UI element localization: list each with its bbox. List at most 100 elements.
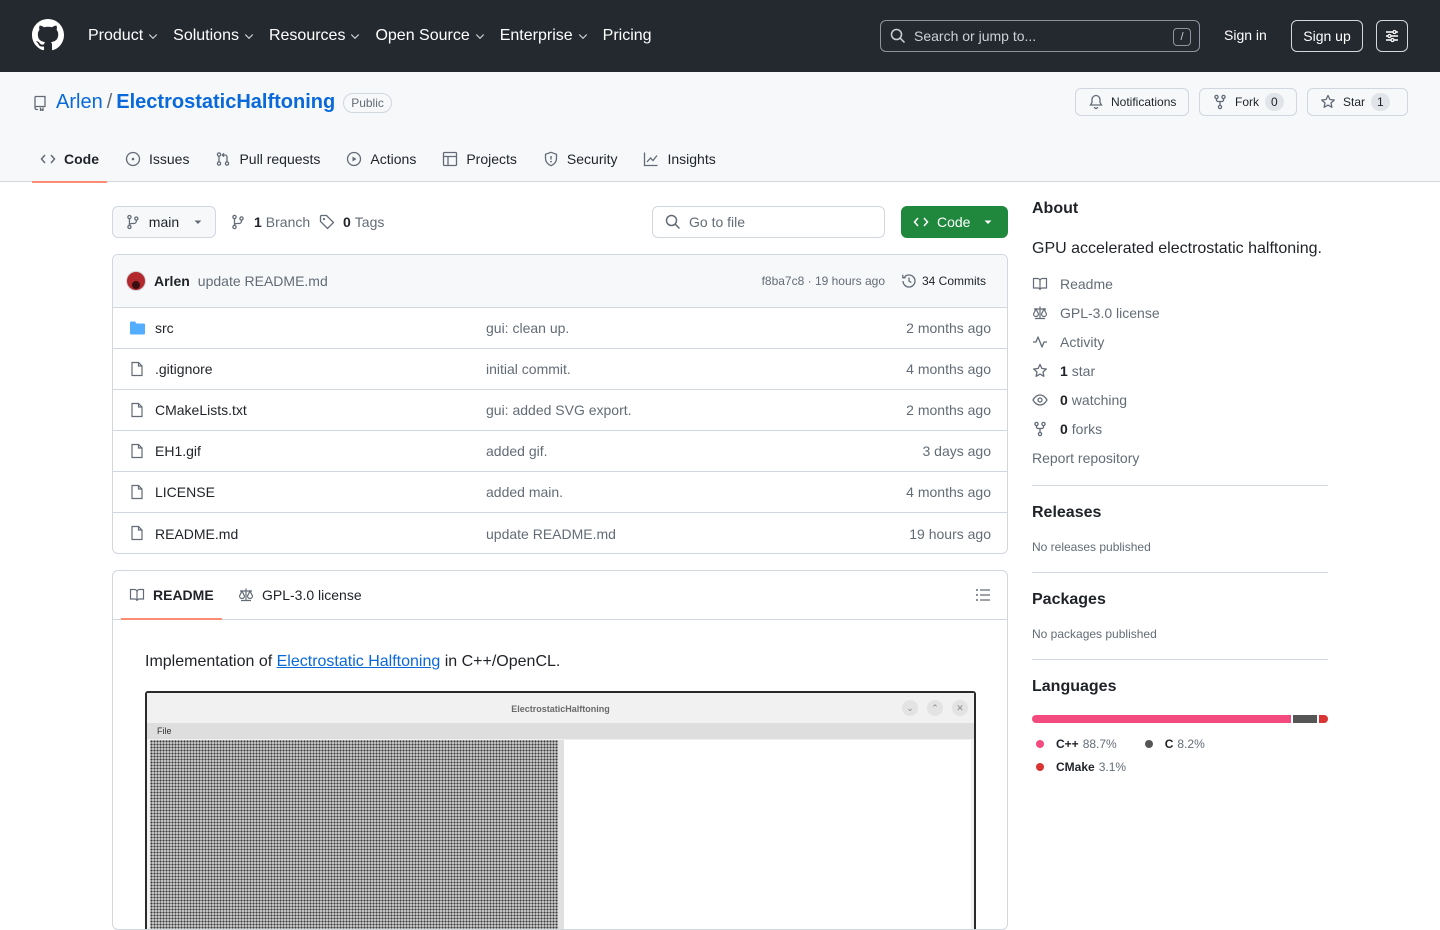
file-icon <box>131 402 143 418</box>
tags-link[interactable]: 0 Tags <box>319 206 384 238</box>
file-name[interactable]: README.md <box>155 526 238 542</box>
tab-actions[interactable]: Actions <box>338 136 424 182</box>
language-list: C++ 88.7% C 8.2% CMake 3.1% <box>1032 732 1328 778</box>
sign-up-button[interactable]: Sign up <box>1291 20 1363 52</box>
file-name[interactable]: LICENSE <box>155 484 215 500</box>
tab-code[interactable]: Code <box>32 136 107 183</box>
activity-link[interactable]: Activity <box>1032 327 1328 356</box>
watchers-link[interactable]: 0 watching <box>1032 385 1328 414</box>
settings-menu-button[interactable] <box>1376 20 1408 52</box>
tag-icon <box>319 214 335 230</box>
repository-header: Arlen / ElectrostaticHalftoning Public N… <box>0 72 1440 183</box>
file-commit-message[interactable]: gui: added SVG export. <box>486 402 632 418</box>
branches-link[interactable]: 1 Branch <box>230 206 310 238</box>
search-placeholder: Search or jump to... <box>914 28 1037 44</box>
tab-issues[interactable]: Issues <box>117 136 197 182</box>
file-commit-message[interactable]: added gif. <box>486 443 548 459</box>
language-color-dot <box>1144 739 1153 748</box>
app-screenshot-image[interactable]: ElectrostaticHalftoning ⌄ ⌃ ✕ File <box>145 691 976 929</box>
nav-label: Open Source <box>375 27 470 44</box>
license-link[interactable]: GPL-3.0 license <box>1032 298 1328 327</box>
readme-link-label: Readme <box>1060 275 1113 292</box>
code-dropdown-button[interactable]: Code <box>901 206 1008 238</box>
search-input[interactable]: Search or jump to... / <box>880 20 1200 52</box>
github-logo-icon[interactable] <box>32 19 64 51</box>
language-item[interactable]: C++ 88.7% <box>1032 732 1117 755</box>
nav-product[interactable]: Product <box>88 27 159 45</box>
table-row[interactable]: LICENSE added main. 4 months ago <box>113 472 1007 513</box>
readme-tabs: README GPL-3.0 license <box>113 571 1007 620</box>
go-to-file-input[interactable]: Go to file <box>652 206 885 238</box>
sign-in-link[interactable]: Sign in <box>1224 27 1267 43</box>
caret-down-icon <box>194 220 202 224</box>
fork-icon <box>1034 421 1046 436</box>
table-row[interactable]: CMakeLists.txt gui: added SVG export. 2 … <box>113 390 1007 431</box>
avatar[interactable] <box>126 271 146 291</box>
table-row[interactable]: EH1.gif added gif. 3 days ago <box>113 431 1007 472</box>
file-name[interactable]: EH1.gif <box>155 443 201 459</box>
forks-link[interactable]: 0 forks <box>1032 414 1328 443</box>
table-row[interactable]: README.md update README.md 19 hours ago <box>113 513 1007 553</box>
file-name[interactable]: src <box>155 320 174 336</box>
readme-link[interactable]: Readme <box>1032 269 1328 298</box>
commit-message[interactable]: update README.md <box>198 273 328 289</box>
releases-heading[interactable]: Releases <box>1032 504 1328 522</box>
tab-readme-label: README <box>153 587 214 603</box>
tab-insights[interactable]: Insights <box>635 136 723 182</box>
app-window: ElectrostaticHalftoning ⌄ ⌃ ✕ File <box>147 693 974 929</box>
electrostatic-halftoning-link[interactable]: Electrostatic Halftoning <box>277 653 441 670</box>
close-icon: ✕ <box>952 700 968 716</box>
file-name[interactable]: CMakeLists.txt <box>155 402 247 418</box>
file-commit-message[interactable]: gui: clean up. <box>486 320 569 336</box>
commits-link[interactable]: 34 Commits <box>901 273 986 289</box>
table-row[interactable]: .gitignore initial commit. 4 months ago <box>113 349 1007 390</box>
report-repository-link[interactable]: Report repository <box>1032 443 1328 472</box>
code-button-label: Code <box>937 214 971 230</box>
go-to-file-placeholder: Go to file <box>689 214 746 230</box>
branch-select-button[interactable]: main <box>112 206 216 238</box>
repo-separator: / <box>106 91 113 113</box>
notifications-label: Notifications <box>1111 95 1177 109</box>
nav-enterprise[interactable]: Enterprise <box>500 27 589 45</box>
tab-label: Pull requests <box>239 151 321 167</box>
list-unordered-icon[interactable] <box>975 587 991 603</box>
file-icon <box>131 484 143 500</box>
file-browser: Arlen update README.md f8ba7c8 · 19 hour… <box>112 254 1008 554</box>
nav-pricing[interactable]: Pricing <box>603 27 652 45</box>
language-color-dot <box>1036 739 1044 748</box>
commit-author[interactable]: Arlen <box>154 273 190 289</box>
file-icon <box>131 443 143 459</box>
file-date: 4 months ago <box>906 361 991 377</box>
tab-label: Code <box>64 151 99 167</box>
file-commit-message[interactable]: added main. <box>486 484 563 500</box>
stars-link[interactable]: 1 star <box>1032 356 1328 385</box>
table-row[interactable]: src gui: clean up. 2 months ago <box>113 308 1007 349</box>
fork-count: 0 <box>1265 93 1284 111</box>
language-color-dot <box>1036 762 1044 771</box>
notifications-button[interactable]: Notifications <box>1075 88 1190 116</box>
language-item[interactable]: C 8.2% <box>1141 732 1205 755</box>
readme-intro: Implementation of Electrostatic Halftoni… <box>145 653 560 671</box>
repo-owner-link[interactable]: Arlen <box>56 91 103 114</box>
file-commit-message[interactable]: update README.md <box>486 526 616 542</box>
repo-description: GPU accelerated electrostatic halftoning… <box>1032 240 1322 257</box>
tab-security[interactable]: Security <box>535 136 626 182</box>
packages-heading[interactable]: Packages <box>1032 591 1328 609</box>
file-icon <box>131 361 143 377</box>
commit-hash-time[interactable]: f8ba7c8 · 19 hours ago <box>762 274 885 288</box>
language-item[interactable]: CMake 3.1% <box>1032 755 1126 778</box>
packages-empty-text: No packages published <box>1032 627 1157 641</box>
nav-open-source[interactable]: Open Source <box>375 27 485 45</box>
tab-pull-requests[interactable]: Pull requests <box>207 136 328 182</box>
nav-solutions[interactable]: Solutions <box>173 27 255 45</box>
tab-projects[interactable]: Projects <box>434 136 525 182</box>
file-name[interactable]: .gitignore <box>155 361 213 377</box>
tab-license[interactable]: GPL-3.0 license <box>238 571 362 619</box>
nav-label: Pricing <box>602 27 652 44</box>
tab-readme[interactable]: README <box>121 571 222 620</box>
nav-resources[interactable]: Resources <box>269 27 361 45</box>
repo-name-link[interactable]: ElectrostaticHalftoning <box>116 91 335 114</box>
star-button[interactable]: Star 1 <box>1307 88 1408 116</box>
file-commit-message[interactable]: initial commit. <box>486 361 571 377</box>
fork-button[interactable]: Fork 0 <box>1199 88 1297 116</box>
